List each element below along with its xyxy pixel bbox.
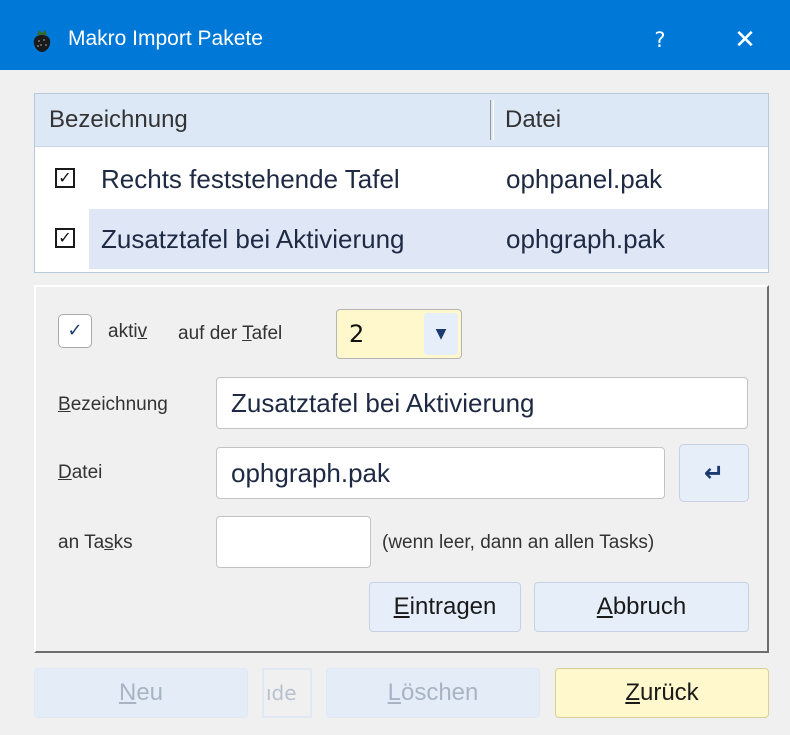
help-button[interactable]: ? <box>640 20 680 60</box>
clipped-field[interactable]: ıde <box>262 668 312 718</box>
list-header: Bezeichnung Datei <box>35 94 768 147</box>
list-row-selected[interactable]: ✓ Zusatztafel bei Aktivierung ophgraph.p… <box>35 209 768 269</box>
apply-file-button[interactable]: ↵ <box>679 444 749 502</box>
column-header-bezeichnung[interactable]: Bezeichnung <box>49 94 188 146</box>
column-header-datei[interactable]: Datei <box>505 94 561 146</box>
title-bar: Makro Import Pakete ? ✕ <box>0 0 790 70</box>
neu-button[interactable]: Neu <box>34 668 248 718</box>
edit-panel: ✓ aktiv auf der Tafel 2 ▼ Bezeichnung Zu… <box>34 285 769 653</box>
zurueck-button[interactable]: Zurück <box>555 668 769 718</box>
list-row[interactable]: ✓ Rechts feststehende Tafel ophpanel.pak <box>35 149 768 209</box>
strawberry-icon <box>33 30 51 52</box>
loeschen-button[interactable]: Löschen <box>326 668 540 718</box>
tasks-hint: (wenn leer, dann an allen Tasks) <box>382 532 655 553</box>
row-file: ophgraph.pak <box>506 224 666 254</box>
row-checkbox[interactable]: ✓ <box>55 168 75 188</box>
close-icon: ✕ <box>734 25 756 55</box>
tafel-value: 2 <box>349 320 365 348</box>
row-checkbox[interactable]: ✓ <box>55 228 75 248</box>
tasks-input[interactable] <box>216 516 371 568</box>
tafel-label: auf der Tafel <box>178 323 283 344</box>
window-title: Makro Import Pakete <box>68 27 263 50</box>
bezeichnung-input[interactable]: Zusatztafel bei Aktivierung <box>216 377 748 429</box>
tafel-select[interactable]: 2 ▼ <box>336 309 462 359</box>
datei-input[interactable]: ophgraph.pak <box>216 447 665 499</box>
check-icon: ✓ <box>67 320 83 341</box>
row-name: Rechts feststehende Tafel <box>101 164 400 194</box>
close-button[interactable]: ✕ <box>718 20 772 60</box>
abbruch-button[interactable]: Abbruch <box>534 582 749 632</box>
datei-label: Datei <box>58 462 103 483</box>
package-list[interactable]: Bezeichnung Datei ✓ Rechts feststehende … <box>34 93 769 273</box>
bezeichnung-label: Bezeichnung <box>58 394 168 415</box>
row-file: ophpanel.pak <box>506 164 663 194</box>
aktiv-label[interactable]: aktiv <box>108 321 147 343</box>
aktiv-checkbox[interactable]: ✓ <box>58 314 92 348</box>
eintragen-button[interactable]: Eintragen <box>369 582 521 632</box>
chevron-down-icon[interactable]: ▼ <box>424 313 458 355</box>
column-divider[interactable] <box>490 100 494 140</box>
row-name: Zusatztafel bei Aktivierung <box>101 224 405 254</box>
tasks-label: an Tasks <box>58 532 133 553</box>
return-arrow-icon: ↵ <box>703 459 725 487</box>
